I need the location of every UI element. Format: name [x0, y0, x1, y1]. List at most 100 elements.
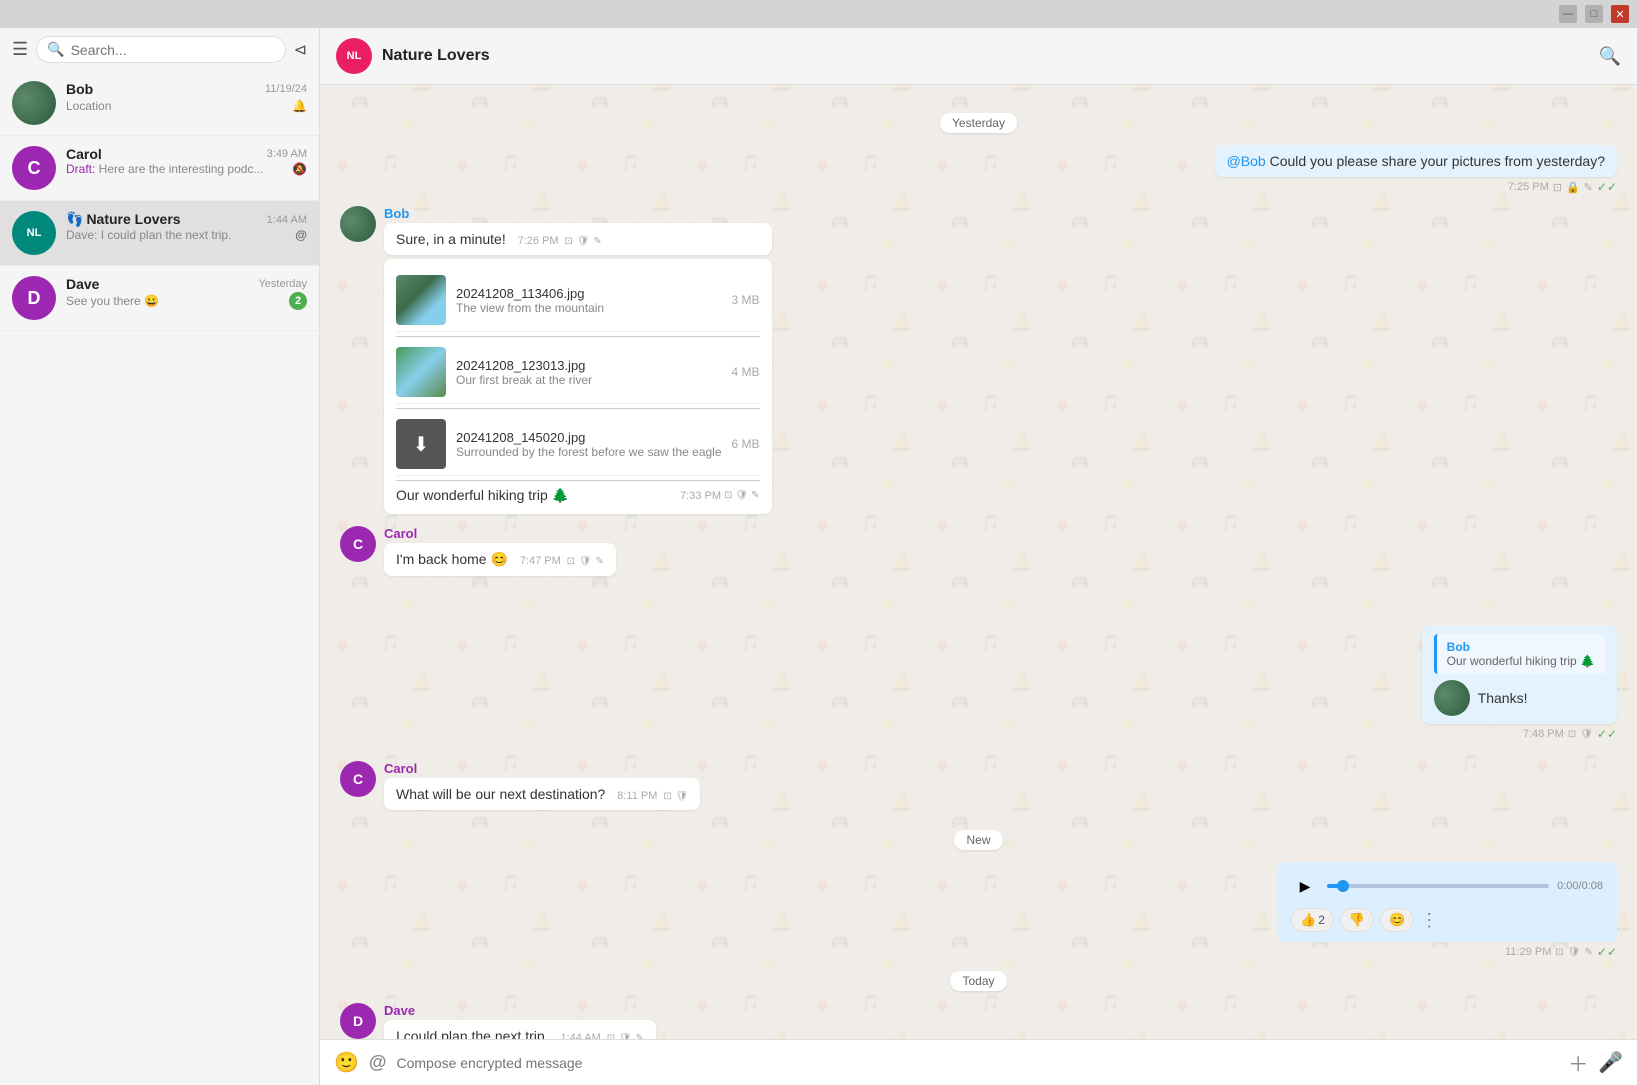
- msg-avatar-carol: C: [340, 526, 376, 562]
- message-bubble-dave: Dave I could plan the next trip. 1:44 AM…: [384, 1003, 656, 1039]
- save-icon: ⊡: [724, 490, 732, 501]
- chat-preview: Dave: I could plan the next trip.: [66, 228, 231, 242]
- file-thumb-placeholder: ⬇: [396, 419, 446, 469]
- thanks-text: Thanks!: [1478, 690, 1528, 706]
- close-button[interactable]: ✕: [1611, 5, 1629, 23]
- message-bubble-carol: Carol I'm back home 😊 7:47 PM ⊡ 🛡 ✎: [384, 526, 616, 576]
- emoji-button[interactable]: 🙂: [334, 1050, 359, 1075]
- hamburger-icon[interactable]: ☰: [12, 39, 28, 60]
- edit-icon: ✎: [1585, 947, 1593, 958]
- chat-main: 📍 🎵 🔔 🎮 ⭐ NL Nature Lovers 🔍: [320, 28, 1637, 1085]
- filter-icon[interactable]: ⊲: [294, 40, 307, 60]
- lock-icon: 🔒: [1566, 181, 1580, 194]
- msg-avatar-bob: [340, 206, 376, 242]
- mention-button[interactable]: @: [369, 1052, 387, 1073]
- today-badge: Today: [950, 971, 1006, 991]
- message-row-bob-1: Bob Sure, in a minute! 7:26 PM ⊡ 🛡 ✎: [340, 206, 1617, 514]
- bubble-footer-2: 7:48 PM ⊡ 🛡 ✓✓: [1523, 727, 1617, 741]
- mic-button[interactable]: 🎤: [1598, 1050, 1623, 1075]
- date-badge: Yesterday: [940, 113, 1017, 133]
- caption-text: Our wonderful hiking trip 🌲: [396, 487, 569, 504]
- msg-avatar-dave: D: [340, 1003, 376, 1039]
- chat-list: Bob 11/19/24 Location 🔔 C Carol 3:49 AM: [0, 71, 319, 1085]
- save-icon: ⊡: [567, 556, 575, 567]
- save-icon: ⊡: [1568, 729, 1576, 740]
- file-attachment-1[interactable]: 20241208_113406.jpg The view from the mo…: [396, 269, 760, 332]
- chat-preview: See you there 😀: [66, 294, 159, 308]
- message-bubble-carol-2: Carol What will be our next destination?…: [384, 761, 700, 810]
- message-row-own-2: Bob Our wonderful hiking trip 🌲 Thanks! …: [340, 626, 1617, 741]
- search-header-icon[interactable]: 🔍: [1599, 46, 1621, 67]
- voice-duration: 0:00/0:08: [1557, 880, 1603, 892]
- edit-icon: ✎: [751, 490, 759, 501]
- sidebar-header: ☰ 🔍 ⊲: [0, 28, 319, 71]
- msg-avatar-carol-2: C: [340, 761, 376, 797]
- file-size: 6 MB: [732, 437, 760, 451]
- chat-time: 1:44 AM: [267, 214, 307, 226]
- minimize-button[interactable]: —: [1559, 5, 1577, 23]
- reaction-smile[interactable]: 😊: [1380, 908, 1414, 932]
- bubble-footer: 7:25 PM ⊡ 🔒 ✎ ✓✓: [1508, 180, 1617, 194]
- save-icon: ⊡: [1555, 947, 1563, 958]
- chat-header: NL Nature Lovers 🔍: [320, 28, 1637, 85]
- sidebar-item-carol[interactable]: C Carol 3:49 AM Draft: Here are the inte…: [0, 136, 319, 201]
- message-row-carol-1: C Carol I'm back home 😊 7:47 PM ⊡ 🛡 ✎: [340, 526, 1617, 576]
- voice-wave-container: [1327, 884, 1549, 888]
- message-row-own-voice: ▶ 0:00/0:08 👍2 👎: [340, 862, 1617, 959]
- chat-info: 👣Nature Lovers 1:44 AM Dave: I could pla…: [66, 211, 307, 242]
- search-input[interactable]: [71, 42, 275, 58]
- lock-icon: 🛡: [676, 791, 689, 802]
- file-size: 4 MB: [732, 365, 760, 379]
- date-separator-new: New: [340, 830, 1617, 850]
- reaction-thumbsdown[interactable]: 👎: [1340, 908, 1374, 932]
- save-icon: ⊡: [1553, 181, 1562, 194]
- chat-name: Dave: [66, 276, 99, 292]
- tick-icon: ✓✓: [1597, 727, 1617, 741]
- lock-icon: 🛡: [1568, 947, 1581, 958]
- reaction-thumbsup[interactable]: 👍2: [1291, 908, 1334, 932]
- file-name: 20241208_123013.jpg: [456, 358, 722, 373]
- chat-info: Dave Yesterday See you there 😀 2: [66, 276, 307, 310]
- dave-text: I could plan the next trip.: [396, 1028, 549, 1039]
- file-desc: Our first break at the river: [456, 373, 722, 387]
- save-icon: ⊡: [663, 791, 671, 802]
- chat-time: 11/19/24: [265, 83, 307, 95]
- chat-name: 👣Nature Lovers: [66, 211, 181, 228]
- more-reactions-icon[interactable]: ⋮: [1420, 910, 1438, 931]
- compose-bar: 🙂 @ ＋ 🎤: [320, 1039, 1637, 1085]
- tick-icon: ✓✓: [1597, 945, 1617, 959]
- date-separator-yesterday: Yesterday: [340, 113, 1617, 133]
- chat-name: Bob: [66, 81, 93, 97]
- message-row-own-1: @Bob Could you please share your picture…: [340, 145, 1617, 194]
- message-text: @Bob Could you please share your picture…: [1227, 153, 1605, 169]
- lock-icon: 🛡: [1580, 729, 1593, 740]
- file-attachment-3[interactable]: ⬇ 20241208_145020.jpg Surrounded by the …: [396, 413, 760, 476]
- sidebar-item-dave[interactable]: D Dave Yesterday See you there 😀 2: [0, 266, 319, 331]
- own-bubble-1: @Bob Could you please share your picture…: [1215, 145, 1617, 194]
- play-button[interactable]: ▶: [1291, 872, 1319, 900]
- chat-info: Bob 11/19/24 Location 🔔: [66, 81, 307, 113]
- new-badge: New: [954, 830, 1002, 850]
- file-name: 20241208_145020.jpg: [456, 430, 722, 445]
- sidebar-item-nature-lovers[interactable]: NL 👣Nature Lovers 1:44 AM Dave: I could …: [0, 201, 319, 266]
- group-avatar: NL: [336, 38, 372, 74]
- sidebar-item-bob[interactable]: Bob 11/19/24 Location 🔔: [0, 71, 319, 136]
- maximize-button[interactable]: □: [1585, 5, 1603, 23]
- at-icon: @: [295, 228, 307, 242]
- bob-text: Sure, in a minute!: [396, 231, 506, 247]
- lock-icon: 🛡: [579, 556, 592, 567]
- reply-avatar-bob: [1434, 680, 1470, 716]
- avatar: [12, 81, 56, 125]
- lock-icon: 🛡: [577, 236, 590, 247]
- search-icon: 🔍: [47, 41, 64, 58]
- file-desc: Surrounded by the forest before we saw t…: [456, 445, 722, 459]
- save-icon: ⊡: [564, 236, 572, 247]
- sidebar: ☰ 🔍 ⊲ Bob 11/19/24 Location 🔔: [0, 28, 320, 1085]
- message-bubble-bob: Bob Sure, in a minute! 7:26 PM ⊡ 🛡 ✎: [384, 206, 772, 514]
- add-button[interactable]: ＋: [1568, 1048, 1588, 1077]
- compose-input[interactable]: [396, 1055, 1558, 1071]
- title-bar: — □ ✕: [0, 0, 1637, 28]
- chat-preview: Draft: Here are the interesting podc...: [66, 162, 263, 176]
- chat-title: Nature Lovers: [382, 47, 490, 65]
- file-attachment-2[interactable]: 20241208_123013.jpg Our first break at t…: [396, 341, 760, 404]
